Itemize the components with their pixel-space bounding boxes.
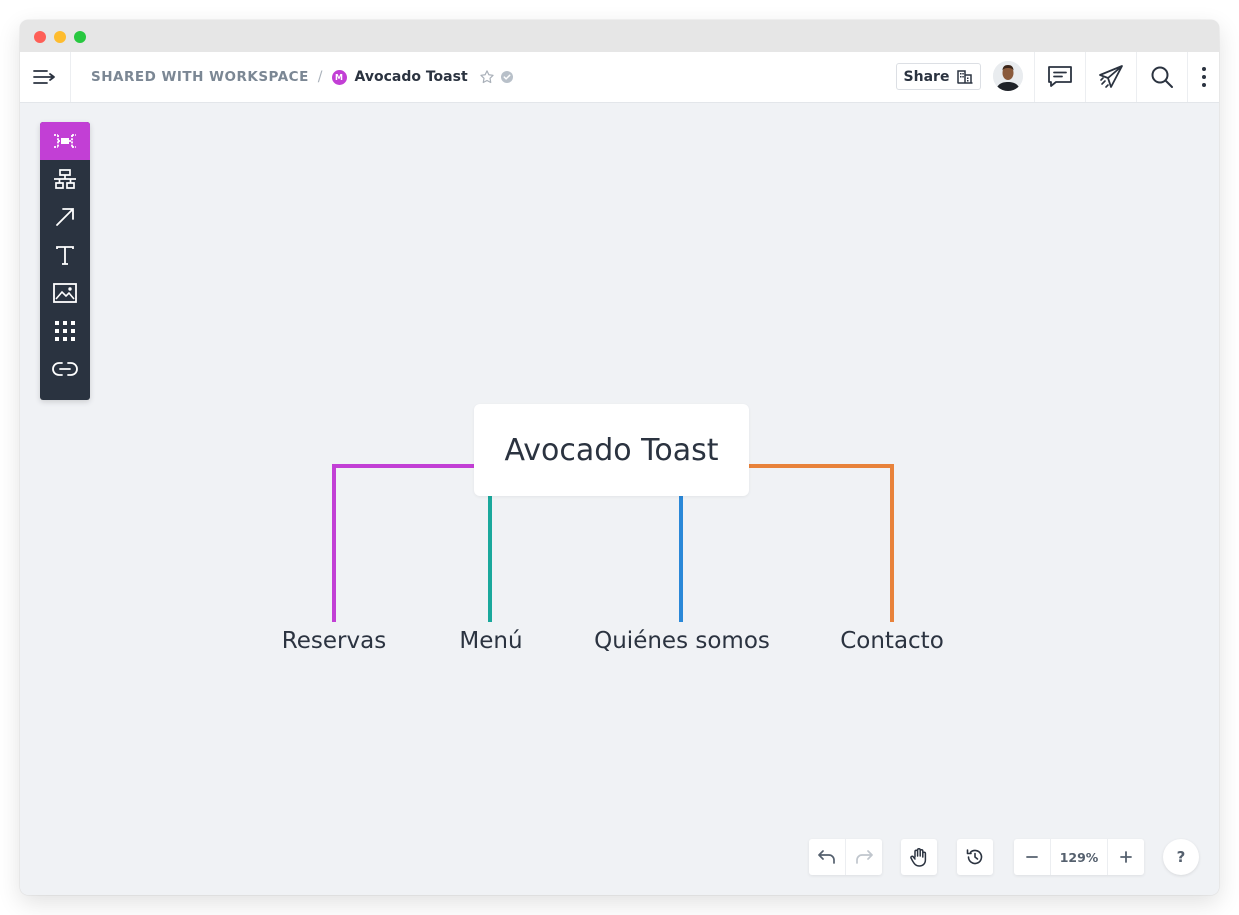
- history-button[interactable]: [957, 839, 993, 875]
- share-label: Share: [903, 68, 950, 85]
- help-button[interactable]: ?: [1163, 839, 1199, 875]
- breadcrumb-workspace-link[interactable]: SHARED WITH WORKSPACE: [91, 69, 309, 85]
- comments-button[interactable]: [1034, 52, 1085, 102]
- minimize-window-button[interactable]: [54, 31, 66, 43]
- branch-node-reservas[interactable]: Reservas: [282, 628, 386, 654]
- zoom-out-button[interactable]: [1014, 839, 1050, 875]
- building-icon: [957, 70, 973, 84]
- plus-icon: [1120, 851, 1132, 863]
- present-button[interactable]: [1085, 52, 1136, 102]
- document-title[interactable]: Avocado Toast: [355, 69, 468, 85]
- search-icon: [1151, 66, 1173, 88]
- history-icon: [966, 849, 983, 865]
- menu-arrow-icon: [33, 70, 55, 84]
- hand-icon: [910, 848, 927, 867]
- zoom-level[interactable]: 129%: [1050, 839, 1108, 875]
- breadcrumb-separator: /: [317, 69, 323, 85]
- share-button[interactable]: Share: [896, 63, 981, 90]
- branch-node-contacto[interactable]: Contacto: [840, 628, 944, 654]
- redo-button[interactable]: [845, 839, 882, 875]
- maximize-window-button[interactable]: [74, 31, 86, 43]
- branch-node-quienes-somos[interactable]: Quiénes somos: [594, 628, 770, 654]
- root-node[interactable]: Avocado Toast: [474, 404, 749, 496]
- close-window-button[interactable]: [34, 31, 46, 43]
- mindmap-connectors: [332, 464, 894, 622]
- comment-icon: [1048, 66, 1072, 87]
- branch-connector-reservas: [332, 464, 474, 622]
- breadcrumb: SHARED WITH WORKSPACE / M Avocado Toast: [91, 52, 513, 102]
- undo-button[interactable]: [809, 839, 845, 875]
- search-button[interactable]: [1136, 52, 1187, 102]
- pan-group: [901, 839, 937, 875]
- redo-icon: [856, 850, 873, 864]
- verified-check-icon: [500, 71, 513, 83]
- branch-connector-contacto: [749, 464, 894, 622]
- undo-icon: [818, 850, 835, 864]
- user-avatar[interactable]: [993, 61, 1023, 91]
- undo-redo-group: [809, 839, 882, 875]
- paper-plane-icon: [1099, 65, 1123, 88]
- branch-node-menu[interactable]: Menú: [459, 628, 522, 654]
- zoom-group: 129%: [1014, 839, 1144, 875]
- zoom-in-button[interactable]: [1108, 839, 1144, 875]
- app-window: SHARED WITH WORKSPACE / M Avocado Toast …: [20, 20, 1219, 895]
- minus-icon: [1026, 856, 1038, 858]
- app-header: SHARED WITH WORKSPACE / M Avocado Toast …: [20, 52, 1219, 103]
- pan-button[interactable]: [901, 839, 937, 875]
- star-icon[interactable]: [479, 69, 495, 85]
- workspace-badge: M: [331, 69, 347, 85]
- menu-toggle-button[interactable]: [20, 52, 71, 102]
- window-titlebar: [20, 20, 1219, 52]
- history-group: [957, 839, 993, 875]
- more-options-button[interactable]: [1187, 52, 1219, 102]
- mindmap-canvas[interactable]: Avocado Toast Reservas Menú Quiénes somo…: [20, 103, 1219, 895]
- more-vertical-icon: [1202, 67, 1206, 87]
